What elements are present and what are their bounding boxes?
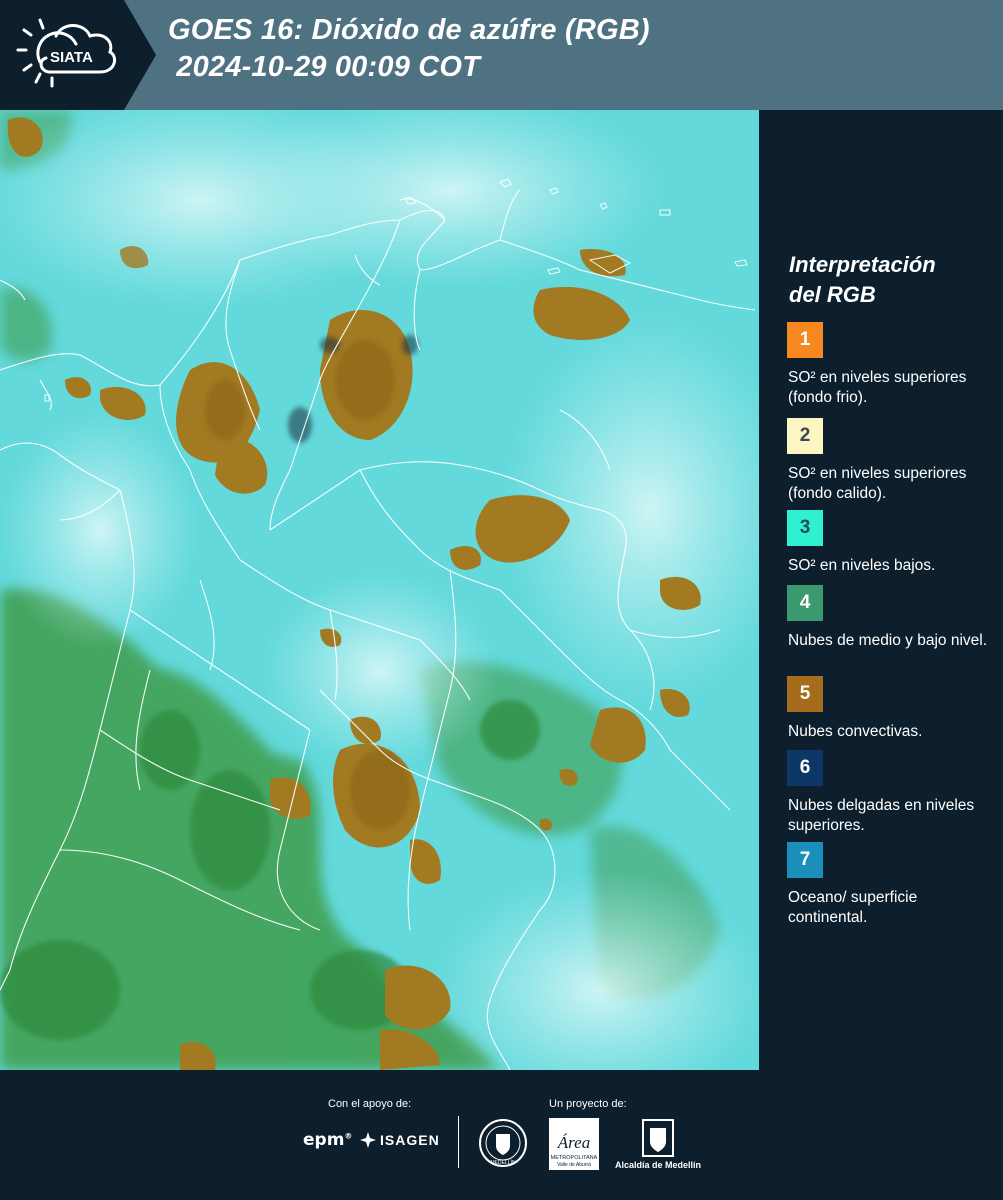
- title-line-2: 2024-10-29 00:09 COT: [168, 51, 481, 83]
- legend-title: Interpretación del RGB: [789, 252, 936, 307]
- siata-logo-text: SIATA: [50, 49, 93, 66]
- alcaldia-medellin-logo[interactable]: Alcaldía de Medellín: [612, 1118, 704, 1172]
- satellite-image: [0, 110, 759, 1070]
- legend-swatch-4: 4: [787, 585, 823, 621]
- legend-label-4: Nubes de medio y bajo nivel.: [788, 632, 988, 649]
- legend-label-5: Nubes convectivas.: [788, 723, 923, 740]
- footer-divider: [458, 1116, 459, 1168]
- legend-label-1: SO² en niveles superiores (fondo frio).: [788, 369, 967, 406]
- amva-sub2: Valle de Aburrá: [557, 1162, 591, 1168]
- footer: Con el apoyo de: Un proyecto de: epm® IS…: [0, 1070, 1003, 1200]
- seal-text: MEDELLÍN: [490, 1159, 515, 1166]
- page-title: GOES 16: Dióxido de azúfre (RGB) 2024-10…: [168, 12, 650, 86]
- medellin-seal-logo[interactable]: MEDELLÍN: [478, 1118, 528, 1173]
- legend-label-2: SO² en niveles superiores (fondo calido)…: [788, 465, 967, 502]
- amva-sub1: METROPOLITANA: [551, 1155, 598, 1161]
- legend-swatch-6: 6: [787, 750, 823, 786]
- legend-panel: Interpretación del RGB 1 SO² en niveles …: [759, 110, 1003, 1070]
- siata-logo[interactable]: SIATA: [0, 0, 158, 110]
- isagen-logo[interactable]: ISAGEN: [360, 1132, 440, 1148]
- legend-label-7: Oceano/ superficie continental.: [788, 889, 918, 926]
- legend-swatch-5: 5: [787, 676, 823, 712]
- legend-swatch-7: 7: [787, 842, 823, 878]
- legend-label-6: Nubes delgadas en niveles superiores.: [788, 797, 975, 834]
- legend-swatch-3: 3: [787, 510, 823, 546]
- legend-swatch-2: 2: [787, 418, 823, 454]
- project-label: Un proyecto de:: [549, 1098, 627, 1110]
- epm-logo[interactable]: epm®: [303, 1130, 352, 1150]
- area-metropolitana-logo[interactable]: Área METROPOLITANA Valle de Aburrá: [549, 1118, 599, 1170]
- title-line-1: GOES 16: Dióxido de azúfre (RGB): [168, 14, 650, 46]
- satellite-map[interactable]: [0, 110, 759, 1070]
- isagen-star-icon: [360, 1132, 376, 1148]
- alcaldia-text: Alcaldía de Medellín: [614, 1160, 702, 1170]
- amva-text: Área: [557, 1133, 590, 1152]
- legend-label-3: SO² en niveles bajos.: [788, 557, 936, 574]
- header: SIATA GOES 16: Dióxido de azúfre (RGB) 2…: [0, 0, 1003, 110]
- support-label: Con el apoyo de:: [328, 1098, 412, 1110]
- legend-swatch-1: 1: [787, 322, 823, 358]
